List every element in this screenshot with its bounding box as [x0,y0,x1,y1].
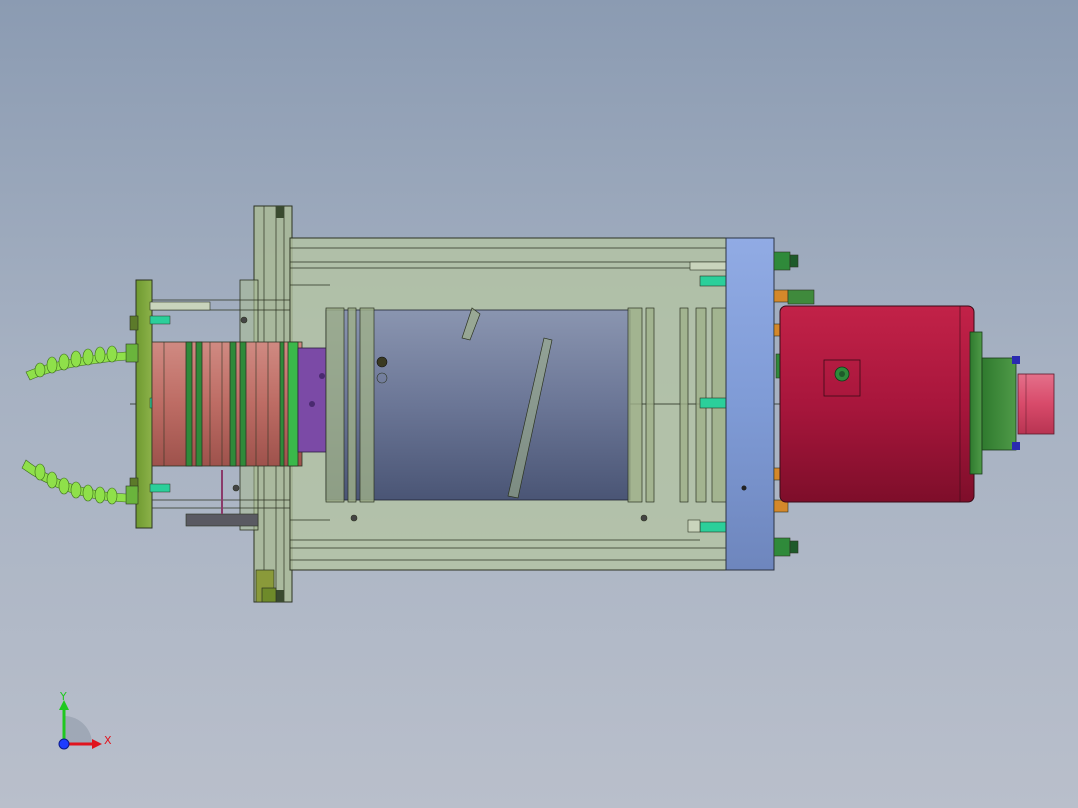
coolant-hose-upper[interactable] [25,345,127,381]
triad-y-label: Y [59,690,67,703]
coolant-hose-lower[interactable] [21,459,127,505]
rear-nut-ring[interactable] [297,347,329,453]
front-nose-housing[interactable] [779,305,975,503]
spindle-nose-flange[interactable] [969,331,1020,475]
triad-x-label: X [104,734,112,747]
spindle-shaft-tip[interactable] [1017,373,1055,435]
cad-viewport[interactable]: Y X [0,0,1078,808]
model-canvas[interactable]: Y X [0,0,1078,808]
coordinate-triad-icon: Y X [58,690,112,750]
rear-bearing-stack[interactable] [151,341,303,467]
front-flange[interactable] [725,237,775,571]
